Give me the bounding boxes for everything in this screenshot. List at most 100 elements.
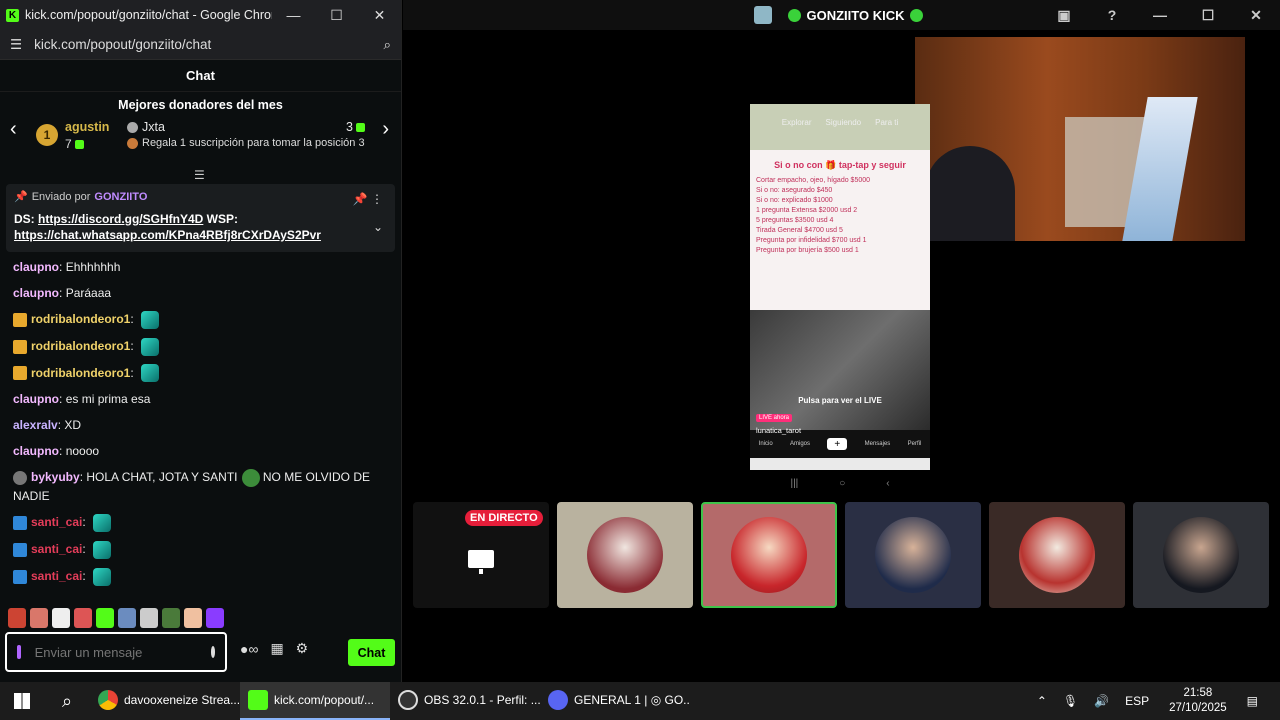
inbox-icon[interactable]: ▣: [1040, 7, 1088, 24]
clock[interactable]: 21:58 27/10/2025: [1169, 686, 1227, 716]
chat-username[interactable]: claupno: [13, 286, 59, 300]
close-icon[interactable]: ✕: [358, 0, 401, 30]
points-icon[interactable]: ●∞: [240, 641, 258, 657]
emote-icon[interactable]: [206, 608, 224, 628]
chat-username[interactable]: bykyuby: [31, 470, 80, 484]
language-indicator[interactable]: ESP: [1125, 694, 1149, 708]
crown-badge-icon: [13, 366, 27, 381]
taskbar-app[interactable]: kick.com/popout/...: [240, 682, 390, 720]
maximize-icon[interactable]: ☐: [315, 0, 358, 30]
chat-username[interactable]: rodribalondeoro1: [31, 366, 130, 380]
taskbar-app[interactable]: GENERAL 1 | ◎ GO...: [540, 682, 690, 720]
system-tray: ⌃ 🎙 🔊 ESP 21:58 27/10/2025 ▤: [1029, 682, 1280, 720]
donor-cta[interactable]: Regala 1 suscripción para tomar la posic…: [142, 137, 365, 149]
emote-icon[interactable]: [184, 608, 202, 628]
message-input[interactable]: [34, 644, 211, 660]
emoji-icon[interactable]: [210, 646, 215, 658]
pinned-message: 📌 Enviado por GONZIITO 📌 ⋮ ⌄ DS: https:/…: [6, 184, 395, 252]
discord-icon: [548, 690, 568, 710]
emote-icon[interactable]: [140, 608, 158, 628]
emote-icon[interactable]: [30, 608, 48, 628]
chrome-titlebar: K kick.com/popout/gonziito/chat - Google…: [0, 0, 401, 30]
chat-header: Chat: [0, 60, 401, 92]
maximize-icon[interactable]: ☐: [1184, 7, 1232, 24]
chat-username[interactable]: santi_cai: [31, 569, 82, 583]
chevron-right-icon[interactable]: ›: [382, 118, 389, 141]
discord-link[interactable]: https://discord.gg/SGHfnY4D: [38, 212, 203, 226]
minimize-icon[interactable]: —: [1136, 7, 1184, 23]
taskbar-app-label: GENERAL 1 | ◎ GO...: [574, 693, 690, 707]
chat-username[interactable]: santi_cai: [31, 542, 82, 556]
poster-lines: Cortar empacho, ojeo, hígado $5000 Si o n…: [756, 176, 924, 256]
chat-username[interactable]: claupno: [13, 444, 59, 458]
chat-message: rodribalondeoro1:: [13, 310, 388, 329]
poster-line: 1 pregunta Extensa $2000 usd 2: [756, 207, 858, 214]
chevron-up-icon[interactable]: ⌃: [1037, 694, 1047, 708]
address-bar[interactable]: ☰ kick.com/popout/gonziito/chat ⌕: [0, 30, 401, 60]
avatar: [875, 517, 951, 593]
pin-suffix: WSP:: [203, 212, 239, 226]
pinned-author[interactable]: GONZIITO: [94, 191, 147, 203]
chat-text: XD: [64, 418, 82, 433]
obs-titlebar: GONZIITO KICK ▣ ? — ☐ ✕: [403, 0, 1280, 30]
emote-icon[interactable]: [52, 608, 70, 628]
search-icon[interactable]: ⌕: [44, 691, 90, 712]
participant-tile: [845, 502, 981, 608]
chat-username[interactable]: claupno: [13, 392, 59, 406]
help-icon[interactable]: ?: [1088, 7, 1136, 23]
chat-message: alexralv: XD: [13, 416, 388, 434]
minimize-icon[interactable]: —: [272, 0, 315, 30]
sub-badge-icon: [13, 569, 27, 584]
donor-name[interactable]: agustin: [65, 120, 117, 134]
phone-tabs: Explorar Siguiendo Para ti: [756, 118, 924, 127]
chat-username[interactable]: rodribalondeoro1: [31, 312, 130, 326]
start-button[interactable]: [0, 682, 44, 720]
phone-nav-item: Amigos: [789, 441, 810, 447]
sub-badge-icon: [13, 542, 27, 557]
poster-line: Si o no: explicado $1000: [756, 197, 833, 204]
chrome-icon: [98, 690, 118, 710]
chevron-left-icon[interactable]: ‹: [10, 118, 17, 141]
chat-message: santi_cai:: [13, 567, 388, 586]
url-text[interactable]: kick.com/popout/gonziito/chat: [34, 37, 383, 52]
chat-username[interactable]: claupno: [13, 260, 59, 274]
emote-icon[interactable]: [8, 608, 26, 628]
monitor-icon: [468, 550, 494, 574]
obs-icon: [398, 690, 418, 710]
notifications-icon[interactable]: ▤: [1247, 694, 1258, 708]
chat-username[interactable]: rodribalondeoro1: [31, 339, 130, 353]
taskbar-app[interactable]: davooxeneize Strea...: [90, 682, 240, 720]
emote-icon[interactable]: [74, 608, 92, 628]
chat-text: noooo: [65, 444, 100, 459]
emote-icon[interactable]: [162, 608, 180, 628]
donor2-name[interactable]: Jxta: [142, 120, 165, 134]
webcam-feed: [915, 37, 1245, 241]
kick-logo-icon: K: [6, 8, 19, 22]
emote-icon[interactable]: [96, 608, 114, 628]
poster-line: Tirada General $4700 usd 5: [756, 227, 843, 234]
site-settings-icon[interactable]: ☰: [10, 37, 22, 53]
chat-text: es mi prima esa: [65, 392, 151, 407]
taskbar-app[interactable]: OBS 32.0.1 - Perfil: ...: [390, 682, 540, 720]
send-chat-button[interactable]: Chat: [348, 639, 395, 666]
mic-tray-icon[interactable]: 🎙: [1063, 694, 1078, 708]
chevron-down-icon[interactable]: ⌄: [373, 220, 383, 234]
whatsapp-link[interactable]: https://chat.whatsapp.com/KPna4RBfj8rCXr…: [14, 228, 321, 242]
chat-messages[interactable]: claupno: Ehhhhhhh claupno: Paráaaa rodriba…: [0, 252, 401, 600]
chat-username[interactable]: alexralv: [13, 418, 58, 432]
sub-badge-icon: [13, 516, 27, 531]
chat-username[interactable]: santi_cai: [31, 515, 82, 529]
zoom-icon[interactable]: ⌕: [383, 37, 391, 53]
message-composer[interactable]: [5, 632, 227, 672]
close-icon[interactable]: ✕: [1232, 7, 1280, 24]
colon: :: [82, 515, 90, 530]
store-icon[interactable]: ▦: [270, 640, 283, 657]
collapse-icon[interactable]: ☰: [194, 168, 205, 182]
chat-tools: ●∞ ▦ ⚙: [240, 640, 308, 657]
pin-actions-icon[interactable]: 📌 ⋮: [353, 192, 383, 206]
emote-icon[interactable]: [118, 608, 136, 628]
volume-icon[interactable]: 🔊: [1094, 694, 1109, 708]
gear-icon[interactable]: ⚙: [296, 640, 309, 657]
poster-line: Cortar empacho, ojeo, hígado $5000: [756, 177, 871, 184]
mic-icon[interactable]: [17, 645, 21, 659]
